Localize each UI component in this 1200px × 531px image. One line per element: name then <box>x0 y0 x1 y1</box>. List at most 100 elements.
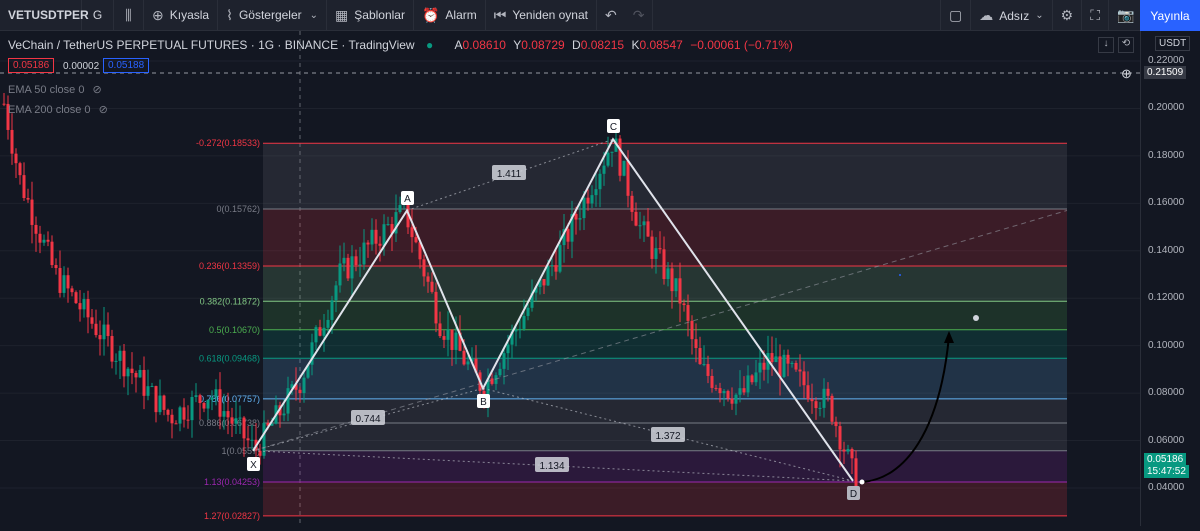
settings-button[interactable]: ⚙ <box>1053 0 1083 31</box>
templates-button[interactable]: ▦ Şablonlar <box>327 0 414 31</box>
candle-body <box>230 417 234 424</box>
publish-button[interactable]: Yayınla <box>1140 0 1200 31</box>
eye-off-icon[interactable]: ⊘ <box>92 84 101 96</box>
candle-body <box>26 197 30 200</box>
snapshot-button[interactable]: 📷 <box>1109 0 1144 31</box>
cloud-icon: ☁ <box>979 7 994 23</box>
candle-body <box>854 458 858 489</box>
fib-level-label: 0.618(0.09468) <box>199 353 260 363</box>
indicators-button[interactable]: ⌇ Göstergeler ⌄ <box>218 0 328 31</box>
restore-icon[interactable]: ⟲ <box>1118 37 1134 53</box>
candle-body <box>582 197 586 219</box>
candle-body <box>222 411 226 417</box>
candle-body <box>686 305 690 321</box>
candle-body <box>430 281 434 292</box>
candle-body <box>126 368 130 377</box>
square-icon: ▢ <box>949 7 963 23</box>
candle-body <box>654 248 658 259</box>
ohlc-change: −0.00061 (−0.71%) <box>690 38 793 52</box>
layout-name-button[interactable]: ☁ Adsız ⌄ <box>971 0 1053 31</box>
candle-body <box>698 348 702 365</box>
candle-body <box>658 248 662 250</box>
ohlc-close: K0.08547 <box>631 38 683 52</box>
candle-body <box>414 237 418 243</box>
currency-label[interactable]: USDT <box>1155 36 1191 51</box>
candle-body <box>22 175 26 198</box>
symbol-search[interactable]: VETUSDTPER <box>0 0 89 31</box>
candle-body <box>154 386 158 413</box>
camera-icon: 📷 <box>1117 7 1135 23</box>
price-tick-label: 0.10000 <box>1148 339 1185 351</box>
indicators-icon: ⌇ <box>226 6 233 23</box>
candle-body <box>242 417 246 439</box>
alarm-button[interactable]: ⏰ Alarm <box>414 0 486 31</box>
candle-body <box>202 403 206 409</box>
plus-circle-icon[interactable]: ⊕ <box>1121 66 1132 82</box>
candle-body <box>170 414 174 424</box>
candle-body <box>814 401 818 409</box>
chart-pane[interactable]: -0.272(0.18533) 0(0.15762) 0.236(0.13359) 0… <box>0 31 1140 526</box>
candle-body <box>302 377 306 394</box>
replay-button[interactable]: ⏮ Yeniden oynat <box>486 0 597 31</box>
fib-band <box>263 143 1067 209</box>
candle-body <box>354 256 358 266</box>
candle-body <box>42 239 46 243</box>
countdown-label: 15:47:52 <box>1144 465 1189 478</box>
candle-body <box>742 388 746 393</box>
candle-body <box>666 268 670 279</box>
interval-button[interactable]: G <box>82 0 114 31</box>
ema50-legend[interactable]: EMA 50 close 0 ⊘ <box>8 83 102 96</box>
chart-canvas[interactable]: -0.272(0.18533) 0(0.15762) 0.236(0.13359) 0… <box>0 31 1140 526</box>
buy-price-button[interactable]: 0.05188 <box>103 58 150 73</box>
candle-body <box>346 257 350 279</box>
candle-body <box>442 336 446 340</box>
candle-body <box>298 389 302 394</box>
candle-body <box>522 315 526 329</box>
marker-dot <box>899 274 901 276</box>
candle-body <box>330 300 334 320</box>
candle-body <box>130 368 134 374</box>
candle-body <box>610 151 614 153</box>
candle-body <box>674 278 678 292</box>
fib-band <box>263 450 1067 482</box>
candle-body <box>790 362 794 364</box>
candle-body <box>438 323 442 337</box>
candle-body <box>246 438 250 441</box>
candle-body <box>182 407 186 420</box>
candle-body <box>738 388 742 395</box>
ema200-legend[interactable]: EMA 200 close 0 ⊘ <box>8 103 108 116</box>
price-tick-label: 0.06000 <box>1148 434 1185 446</box>
fib-level-label: 1.27(0.02827) <box>204 511 260 521</box>
ohlc-low: D0.08215 <box>572 38 625 52</box>
candle-body <box>838 426 842 450</box>
layout-toggle-button[interactable]: ▢ <box>940 0 972 31</box>
arrow-start-dot <box>859 479 865 485</box>
sell-price-button[interactable]: 0.05186 <box>8 58 55 73</box>
candle-body <box>110 336 114 362</box>
fib-level-label: 0(0.15762) <box>216 204 260 214</box>
fullscreen-button[interactable]: ⛶ <box>1082 0 1110 31</box>
candle-body <box>822 388 826 408</box>
candle-body <box>426 276 430 282</box>
chart-type-button[interactable]: ⫼ <box>114 0 144 31</box>
candle-body <box>786 354 790 364</box>
alert-marker[interactable] <box>973 315 979 321</box>
arrow-down-icon[interactable]: ↓ <box>1098 37 1114 53</box>
candle-body <box>378 243 382 246</box>
top-toolbar: VETUSDTPER G ⫼ ⊕ Kıyasla ⌇ Göstergeler ⌄ ▦ Ş… <box>0 0 1200 31</box>
candle-body <box>78 303 82 310</box>
gear-icon: ⚙ <box>1060 7 1074 23</box>
candle-body <box>138 369 142 378</box>
eye-off-icon[interactable]: ⊘ <box>99 104 108 116</box>
undo-button[interactable]: ↶ <box>597 0 625 31</box>
price-tick-label: 0.18000 <box>1148 149 1185 161</box>
candle-body <box>14 153 18 164</box>
redo-button[interactable]: ↷ <box>625 0 654 31</box>
candle-body <box>642 221 646 226</box>
compare-button[interactable]: ⊕ Kıyasla <box>144 0 219 31</box>
candles-icon: ⫼ <box>125 6 132 23</box>
candle-body <box>186 419 190 421</box>
candle-body <box>630 195 634 212</box>
candle-body <box>650 236 654 259</box>
candle-body <box>338 263 342 286</box>
